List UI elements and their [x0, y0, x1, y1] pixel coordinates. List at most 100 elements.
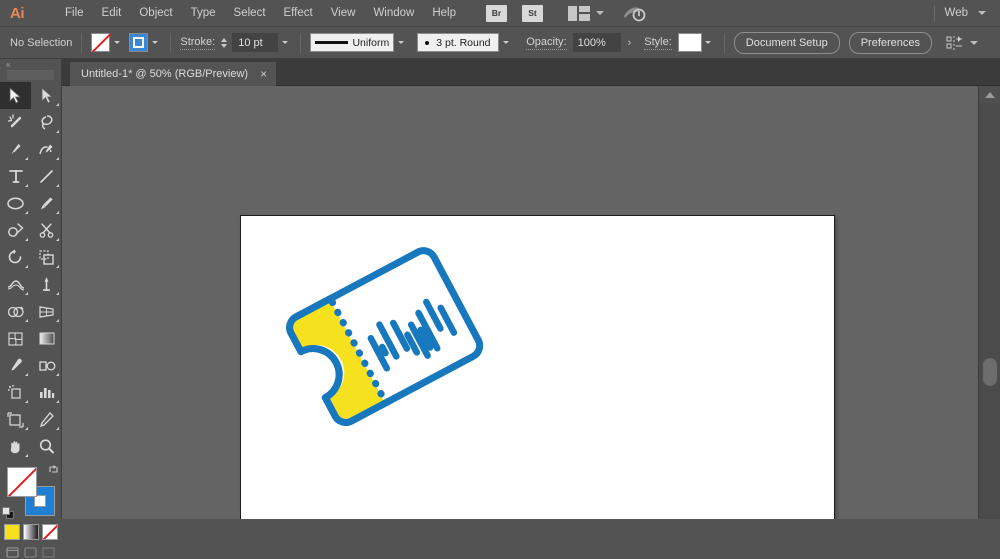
style-label[interactable]: Style:: [644, 36, 672, 50]
tool-lasso[interactable]: [31, 109, 62, 136]
control-bar: No Selection Stroke: 10 pt Uniform 3 pt.…: [0, 27, 1000, 59]
tools-panel: «: [0, 59, 62, 519]
close-icon[interactable]: ×: [260, 68, 267, 80]
brush-chevron-down-icon[interactable]: [499, 33, 512, 52]
none-mode-button[interactable]: [42, 524, 58, 540]
tool-shaper[interactable]: [0, 217, 31, 244]
tool-eyedropper[interactable]: [0, 352, 31, 379]
arrange-chevron-down-icon[interactable]: [596, 11, 604, 15]
tool-mesh[interactable]: [0, 325, 31, 352]
tool-scale[interactable]: [31, 244, 62, 271]
tool-magic-wand[interactable]: [0, 109, 31, 136]
stroke-color-swatch[interactable]: [129, 33, 148, 52]
control-divider-3: [300, 33, 301, 53]
align-chevron-down-icon[interactable]: [970, 41, 978, 45]
arrange-documents-icon[interactable]: [568, 6, 590, 21]
normal-screen-mode-icon[interactable]: [5, 545, 20, 559]
tool-width[interactable]: [0, 271, 31, 298]
menu-help[interactable]: Help: [423, 0, 465, 27]
stock-button[interactable]: St: [522, 5, 543, 22]
tool-shape-builder[interactable]: [0, 298, 31, 325]
full-screen-menubar-mode-icon[interactable]: [23, 545, 38, 559]
menubar-divider: [934, 5, 935, 22]
fill-color-swatch[interactable]: [91, 33, 110, 52]
color-mode-button[interactable]: [4, 524, 20, 540]
tool-zoom[interactable]: [31, 433, 62, 460]
opacity-expand-icon[interactable]: ›: [621, 37, 639, 49]
tool-direct-selection[interactable]: [31, 82, 62, 109]
document-tab[interactable]: Untitled-1* @ 50% (RGB/Preview) ×: [70, 62, 276, 86]
profile-chevron-down-icon[interactable]: [394, 33, 407, 52]
bridge-button[interactable]: Br: [486, 5, 507, 22]
tool-scissors[interactable]: [31, 217, 62, 244]
tool-curvature[interactable]: [31, 136, 62, 163]
scroll-up-arrow-icon[interactable]: [979, 86, 1000, 103]
tool-pen[interactable]: [0, 136, 31, 163]
fill-color-control[interactable]: [7, 467, 37, 497]
tool-free-transform[interactable]: [31, 271, 62, 298]
align-to-selection-icon[interactable]: [946, 35, 964, 51]
stroke-chevron-down-icon[interactable]: [148, 33, 161, 52]
tools-panel-drag-handle[interactable]: [7, 70, 54, 80]
tool-rotate[interactable]: [0, 244, 31, 271]
vertical-scrollbar[interactable]: [978, 86, 1000, 519]
document-setup-button[interactable]: Document Setup: [734, 32, 840, 54]
tool-slice[interactable]: [31, 406, 62, 433]
ticket-illustration[interactable]: [258, 229, 498, 449]
preferences-button[interactable]: Preferences: [849, 32, 932, 54]
brush-definition-label: 3 pt. Round: [436, 37, 490, 49]
menu-view[interactable]: View: [322, 0, 365, 27]
menu-select[interactable]: Select: [225, 0, 275, 27]
tool-hand[interactable]: [0, 433, 31, 460]
canvas-area[interactable]: [62, 86, 978, 519]
tools-panel-collapse-icon[interactable]: «: [0, 59, 61, 70]
menu-object[interactable]: Object: [130, 0, 181, 27]
style-chevron-down-icon[interactable]: [702, 33, 715, 52]
tool-paintbrush[interactable]: [31, 190, 62, 217]
fill-stroke-controls: [0, 464, 62, 522]
illustrator-window: Ai File Edit Object Type Select Effect V…: [0, 0, 1000, 519]
tool-perspective-grid[interactable]: [31, 298, 62, 325]
scrollbar-track[interactable]: [983, 104, 997, 519]
menu-file[interactable]: File: [56, 0, 93, 27]
tool-column-graph[interactable]: [31, 379, 62, 406]
workspace-chevron-down-icon[interactable]: [978, 11, 986, 15]
document-tab-bar: Untitled-1* @ 50% (RGB/Preview) ×: [0, 59, 1000, 86]
stroke-weight-input[interactable]: 10 pt: [232, 33, 278, 52]
variable-width-profile-select[interactable]: Uniform: [310, 33, 394, 52]
menu-edit[interactable]: Edit: [93, 0, 131, 27]
gradient-mode-button[interactable]: [23, 524, 39, 540]
tool-type[interactable]: [0, 163, 31, 190]
fill-chevron-down-icon[interactable]: [110, 33, 123, 52]
graphic-style-swatch[interactable]: [678, 33, 702, 52]
swap-fill-stroke-icon[interactable]: [48, 464, 59, 475]
full-screen-mode-icon[interactable]: [41, 545, 56, 559]
opacity-input[interactable]: 100%: [573, 33, 621, 52]
brush-definition-select[interactable]: 3 pt. Round: [417, 33, 499, 52]
tool-selection[interactable]: [0, 82, 31, 109]
opacity-label[interactable]: Opacity:: [526, 36, 566, 50]
app-logo-icon: Ai: [0, 0, 34, 27]
menu-effect[interactable]: Effect: [275, 0, 322, 27]
stroke-weight-stepper[interactable]: [219, 34, 228, 52]
tool-line-segment[interactable]: [31, 163, 62, 190]
color-mode-buttons: [0, 524, 61, 540]
screen-mode-buttons: [0, 545, 61, 559]
document-tab-title: Untitled-1* @ 50% (RGB/Preview): [81, 68, 248, 80]
tool-blend[interactable]: [31, 352, 62, 379]
scrollbar-thumb[interactable]: [983, 358, 997, 386]
menu-type[interactable]: Type: [182, 0, 225, 27]
search-adobe-stock-icon[interactable]: [622, 3, 648, 23]
stroke-weight-chevron-down-icon[interactable]: [278, 33, 291, 52]
tool-ellipse[interactable]: [0, 190, 31, 217]
selection-status-label: No Selection: [10, 37, 72, 49]
control-divider-1: [81, 33, 82, 53]
stroke-weight-label[interactable]: Stroke:: [180, 36, 215, 50]
tool-artboard[interactable]: [0, 406, 31, 433]
workspace-switcher-label[interactable]: Web: [945, 7, 972, 19]
tool-symbol-sprayer[interactable]: [0, 379, 31, 406]
default-fill-stroke-icon[interactable]: [2, 507, 15, 520]
control-divider-2: [170, 33, 171, 53]
tool-gradient[interactable]: [31, 325, 62, 352]
menu-window[interactable]: Window: [364, 0, 423, 27]
